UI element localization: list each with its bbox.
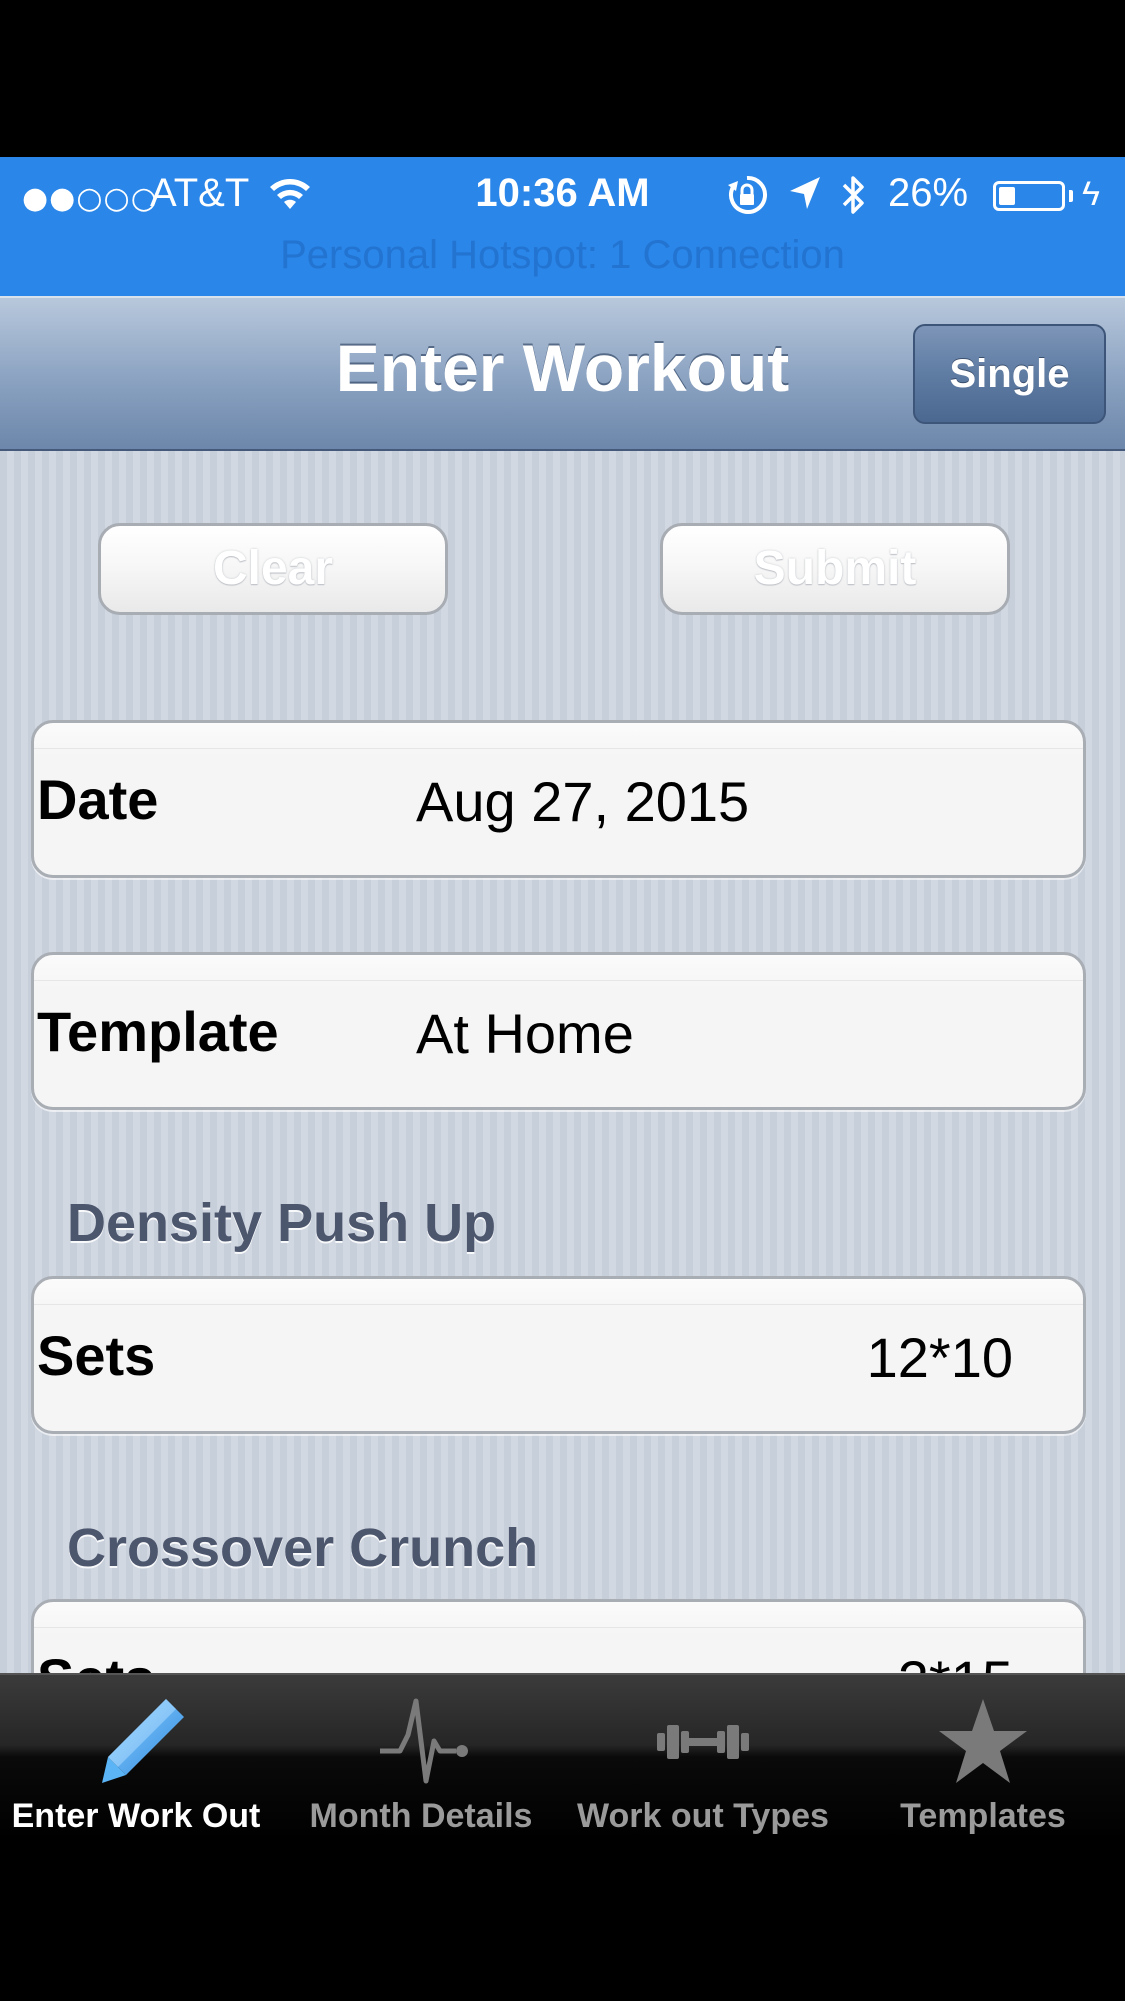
single-button[interactable]: Single: [913, 324, 1106, 424]
dumbbell-icon: [657, 1725, 749, 1759]
sets-label: Sets: [37, 1324, 156, 1387]
template-label: Template: [37, 1000, 279, 1063]
battery-icon: [993, 181, 1065, 211]
rotation-lock-icon: [728, 175, 767, 214]
sets-cell[interactable]: Sets 12*10: [31, 1276, 1086, 1434]
sets-cell[interactable]: Sets 2*15: [31, 1599, 1086, 1673]
sets-value: 2*15: [898, 1648, 1013, 1673]
tab-templates[interactable]: Templates: [855, 1675, 1111, 1840]
location-arrow-icon: [790, 177, 820, 209]
cell-divider: [34, 980, 1083, 981]
cell-divider: [34, 1627, 1083, 1628]
date-label: Date: [37, 768, 159, 831]
template-value: At Home: [416, 1002, 634, 1065]
hotspot-banner[interactable]: Personal Hotspot: 1 Connection: [0, 233, 1125, 278]
charging-bolt-icon: ϟ: [1082, 175, 1100, 213]
date-cell[interactable]: Date Aug 27, 2015: [31, 720, 1086, 878]
template-cell[interactable]: Template At Home: [31, 952, 1086, 1110]
sets-label: Sets: [37, 1646, 155, 1673]
heartbeat-icon: [380, 1698, 468, 1784]
battery-nub: [1069, 190, 1073, 202]
content-scroll-area[interactable]: Clear Submit Date Aug 27, 2015 Template …: [0, 451, 1125, 1673]
pencil-icon: [102, 1699, 184, 1783]
tab-label: Templates: [900, 1797, 1066, 1835]
tab-bar: Enter Work Out Month Details Work out Ty…: [0, 1673, 1125, 1840]
navigation-bar: Enter Workout Single: [0, 296, 1125, 451]
sets-value: 12*10: [866, 1326, 1013, 1389]
bluetooth-icon: [842, 176, 864, 214]
cell-divider: [34, 748, 1083, 749]
exercise-header: Density Push Up: [67, 1193, 497, 1253]
tab-label: Work out Types: [577, 1797, 829, 1835]
cell-divider: [34, 1304, 1083, 1305]
tab-work-out-types[interactable]: Work out Types: [565, 1675, 841, 1840]
tab-label: Enter Work Out: [11, 1797, 261, 1835]
battery-level-fill: [999, 187, 1015, 205]
star-icon: [939, 1699, 1027, 1783]
status-bar: ●●○○○ AT&T 10:36 AM 26% ϟ Personal Hotsp…: [0, 157, 1125, 296]
tab-label: Month Details: [309, 1797, 533, 1835]
status-icons: 26% ϟ: [725, 171, 1110, 221]
tab-enter-work-out[interactable]: Enter Work Out: [0, 1675, 272, 1840]
date-value: Aug 27, 2015: [416, 770, 750, 833]
status-row: ●●○○○ AT&T 10:36 AM 26% ϟ: [0, 157, 1125, 227]
submit-button[interactable]: Submit: [660, 523, 1010, 615]
exercise-header: Crossover Crunch: [67, 1518, 539, 1578]
battery-percent: 26%: [888, 171, 969, 215]
tab-month-details[interactable]: Month Details: [292, 1675, 550, 1840]
clear-button[interactable]: Clear: [98, 523, 448, 615]
